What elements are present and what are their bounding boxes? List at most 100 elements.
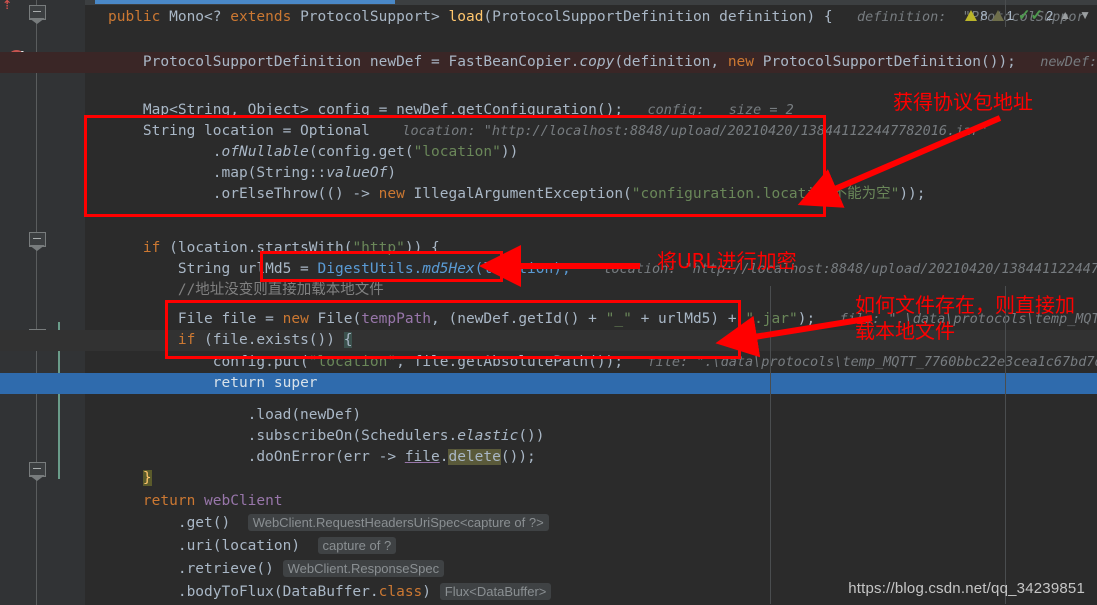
code-fold-marker-icon[interactable] [29, 462, 46, 481]
code-token: ".jar" [745, 311, 798, 327]
editor-gutter[interactable]: ⇡ [0, 0, 85, 605]
code-token: + urlMd5) + [631, 311, 746, 327]
code-token: md5Hex [422, 261, 475, 277]
code-line[interactable]: String location = Optional location: "ht… [85, 121, 1097, 142]
code-token: (definition, [614, 54, 728, 70]
code-line-text: //地址没变则直接加载本地文件 [108, 280, 384, 301]
code-token: File file = [108, 311, 283, 327]
code-line-text: return webClient [108, 491, 283, 512]
code-line[interactable]: ProtocolSupportDefinition newDef = FastB… [0, 52, 1097, 73]
inspection-weak-warnings[interactable]: 1 [991, 7, 1014, 23]
code-line[interactable]: return super [0, 373, 1097, 394]
code-line[interactable]: Map<String, Object> config = newDef.getC… [85, 100, 1097, 121]
triangle-weak-warning-icon [991, 9, 1004, 21]
code-token: //地址没变则直接加载本地文件 [108, 282, 384, 298]
inspection-ok[interactable]: ✓✓ 2 [1018, 8, 1053, 23]
ok-count: 2 [1045, 7, 1054, 23]
code-line[interactable]: File file = new File(tempPath, (newDef.g… [85, 309, 1097, 330]
code-line-text: .orElseThrow(() -> new IllegalArgumentEx… [108, 184, 926, 205]
code-line[interactable]: .load(newDef) [85, 405, 1097, 426]
code-fold-guide-line [36, 0, 37, 605]
code-token: DigestUtils. [317, 261, 423, 277]
code-line-text: .retrieve() WebClient.ResponseSpec [108, 558, 445, 580]
code-token: new [727, 54, 763, 70]
code-line[interactable]: .doOnError(err -> file.delete()); [85, 447, 1097, 468]
inspection-warnings[interactable]: 8 [965, 8, 988, 23]
code-content[interactable]: public Mono<? extends ProtocolSupport> l… [0, 0, 1097, 605]
editor-right-margin-guide [770, 286, 771, 604]
code-token: location: "http://localhost:8848/upload/… [369, 123, 988, 139]
code-token: File( [317, 311, 362, 327]
code-token: , file.getAbsolutePath()); [396, 354, 624, 370]
code-token: WebClient.RequestHeadersUriSpec<capture … [247, 514, 549, 531]
code-line[interactable]: .retrieve() WebClient.ResponseSpec [85, 558, 1097, 579]
code-token: "http" [352, 240, 405, 256]
triangle-warning-icon [965, 9, 978, 21]
code-line-text: .ofNullable(config.get("location")) [108, 142, 519, 163]
code-line-text: .doOnError(err -> file.delete()); [108, 447, 536, 468]
code-token: file: ".\data\protocols\temp_MQTT_7760bb… [647, 354, 1097, 370]
code-line[interactable]: .orElseThrow(() -> new IllegalArgumentEx… [85, 184, 1097, 205]
code-token: elastic [457, 428, 519, 444]
code-token: location: "http://localhost:8848/upload/… [603, 261, 1097, 277]
gutter-icon-column [0, 0, 60, 605]
code-line[interactable]: } [85, 468, 1097, 489]
code-token: (config.get( [308, 144, 414, 160]
code-token: .bodyToFlux(DataBuffer. [108, 584, 379, 600]
chevron-down-icon[interactable]: ▼ [1077, 8, 1093, 22]
code-line[interactable]: if (file.exists()) { [0, 330, 1097, 351]
code-line[interactable]: //地址没变则直接加载本地文件 [85, 280, 1097, 301]
code-token: WebClient.ResponseSpec [282, 560, 445, 577]
code-line[interactable]: .get() WebClient.RequestHeadersUriSpec<c… [85, 512, 1097, 533]
code-fold-marker-icon[interactable] [29, 5, 46, 24]
code-token: String location = Optional [108, 123, 370, 139]
code-token: ) [387, 165, 397, 181]
code-token: ) [422, 584, 432, 600]
chevron-up-icon[interactable]: ▲ [1057, 8, 1073, 22]
code-line[interactable]: public Mono<? extends ProtocolSupport> l… [85, 7, 1097, 28]
code-token: file: ".\data\protocols\temp_MQTT_7760bb… [839, 311, 1097, 327]
code-line[interactable]: .uri(location) capture of ? [85, 535, 1097, 556]
inspection-status-widget[interactable]: 8 1 ✓✓ 2 ▲ ▼ [965, 2, 1093, 28]
code-line[interactable]: .ofNullable(config.get("location")) [85, 142, 1097, 163]
code-editor[interactable]: ⇡ public Mono<? extends ProtocolSupport>… [0, 0, 1097, 605]
code-line-text: return super [108, 373, 318, 394]
gutter-top-marker-icon: ⇡ [2, 0, 13, 14]
code-line[interactable]: config.put("location", file.getAbsoluteP… [85, 352, 1097, 373]
code-line-text: Map<String, Object> config = newDef.getC… [108, 100, 794, 121]
code-token: ()); [500, 449, 536, 465]
code-token: ProtocolSupportDefinition()); [762, 54, 1016, 70]
code-token: webClient [204, 493, 283, 509]
code-token: .doOnError(err -> [108, 449, 405, 465]
code-line-text: .subscribeOn(Schedulers.elastic()) [108, 426, 545, 447]
code-line-text: .map(String::valueOf) [108, 163, 396, 184]
code-token: Map<String, Object> config = newDef.getC… [108, 102, 624, 118]
code-token: , (newDef.getId() + [431, 311, 606, 327]
code-line[interactable]: .subscribeOn(Schedulers.elastic()) [85, 426, 1097, 447]
code-token: "configuration.location不能为空" [631, 186, 900, 202]
code-line[interactable]: String urlMd5 = DigestUtils.md5Hex(locat… [85, 259, 1097, 280]
code-token: )) { [404, 240, 440, 256]
code-token: ); [797, 311, 816, 327]
code-token: .get() [108, 515, 231, 531]
weak-warning-count: 1 [1006, 7, 1014, 23]
code-token: load [448, 9, 484, 25]
code-line-text: config.put("location", file.getAbsoluteP… [108, 352, 1097, 373]
code-line[interactable]: if (location.startsWith("http")) { [85, 238, 1097, 259]
code-line-text: if (location.startsWith("http")) { [108, 238, 440, 259]
code-fold-marker-icon[interactable] [29, 232, 46, 251]
code-line-text: } [108, 468, 152, 489]
code-line[interactable]: .map(String::valueOf) [85, 163, 1097, 184]
code-line[interactable]: return webClient [85, 491, 1097, 512]
code-token: ) { [806, 9, 833, 25]
code-line-text: String location = Optional location: "ht… [108, 121, 988, 142]
code-line-text: .bodyToFlux(DataBuffer.class) Flux<DataB… [108, 581, 552, 603]
code-line-text: ProtocolSupportDefinition newDef = FastB… [108, 52, 1097, 73]
watermark-url: https://blog.csdn.net/qq_34239851 [848, 580, 1085, 597]
